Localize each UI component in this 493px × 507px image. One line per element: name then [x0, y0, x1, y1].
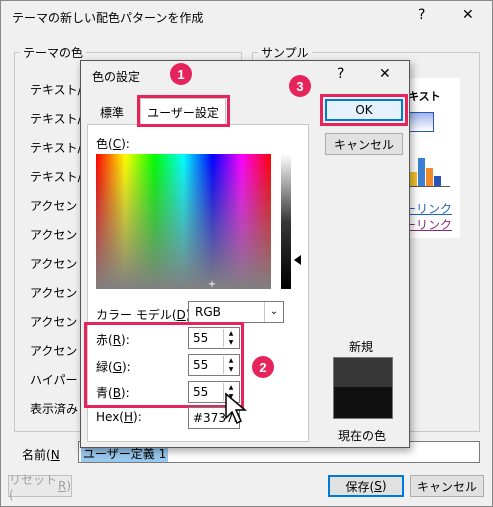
color-model-select[interactable]: RGB ⌄	[188, 301, 284, 323]
sample-text: キスト	[408, 90, 441, 103]
color-dialog-title: 色の設定	[92, 70, 141, 84]
color-model-label: カラー モデル(D):	[96, 308, 194, 322]
name-label: 名前(N	[22, 448, 60, 462]
outer-close-button[interactable]: ✕	[462, 7, 474, 23]
current-color-swatch	[333, 387, 393, 419]
sample-bar	[410, 172, 417, 186]
sample-bar-chart	[408, 156, 450, 187]
sample-title: サンプル	[258, 44, 312, 61]
red-value: 55	[193, 331, 209, 345]
spin-up-icon[interactable]: ▲	[224, 329, 238, 338]
save-button[interactable]: 保存(S)	[328, 475, 404, 497]
chevron-down-icon: ⌄	[264, 302, 283, 322]
new-color-swatch	[333, 357, 393, 387]
tab-standard[interactable]: 標準	[100, 104, 124, 121]
outer-dialog-title: テーマの新しい配色パターンを作成	[12, 11, 204, 25]
spin-up-icon[interactable]: ▲	[224, 356, 238, 365]
highlight-custom-tab	[137, 95, 230, 127]
blue-value: 55	[193, 385, 209, 399]
color-label: 色(C):	[96, 137, 130, 151]
color-help-button[interactable]: ?	[337, 66, 344, 82]
outer-help-button[interactable]: ?	[418, 7, 425, 23]
outer-cancel-button[interactable]: キャンセル	[410, 475, 484, 497]
color-crosshair[interactable]: +	[205, 280, 219, 290]
spin-up-icon[interactable]: ▲	[224, 383, 238, 392]
sample-visited-link: ーリンク	[404, 218, 453, 232]
color-spectrum[interactable]	[96, 154, 271, 289]
green-spin-arrows[interactable]: ▲ ▼	[223, 356, 238, 374]
sample-hyperlink: ーリンク	[404, 202, 453, 216]
callout-2: 2	[252, 356, 274, 378]
callout-3: 3	[289, 75, 311, 97]
luminance-slider[interactable]	[281, 154, 291, 289]
red-spin-arrows[interactable]: ▲ ▼	[223, 329, 238, 347]
green-value: 55	[193, 358, 209, 372]
red-label: 赤(R):	[96, 333, 130, 347]
sample-bar	[434, 176, 441, 186]
reset-button[interactable]: リセット(R)	[8, 473, 72, 502]
color-close-button[interactable]: ✕	[379, 66, 391, 82]
red-spinner[interactable]: 55 ▲ ▼	[188, 327, 240, 349]
mouse-cursor-icon	[224, 392, 250, 429]
hex-label: Hex(H):	[96, 410, 142, 424]
callout-1: 1	[170, 63, 192, 85]
theme-colors-title: テーマの色	[20, 44, 87, 61]
sample-bar	[426, 168, 433, 186]
color-cancel-button[interactable]: キャンセル	[325, 133, 403, 155]
blue-label: 青(B):	[96, 386, 130, 400]
theme-item-label: 表示済み	[30, 402, 79, 416]
highlight-ok-button	[320, 94, 408, 126]
new-color-label: 新規	[349, 340, 374, 354]
sample-bar	[418, 158, 425, 186]
spin-down-icon[interactable]: ▼	[224, 365, 238, 374]
green-spinner[interactable]: 55 ▲ ▼	[188, 354, 240, 376]
luminance-arrow[interactable]	[294, 255, 301, 265]
color-model-value: RGB	[195, 305, 221, 319]
green-label: 緑(G):	[96, 360, 131, 374]
spin-down-icon[interactable]: ▼	[224, 338, 238, 347]
current-color-label: 現在の色	[338, 429, 387, 443]
